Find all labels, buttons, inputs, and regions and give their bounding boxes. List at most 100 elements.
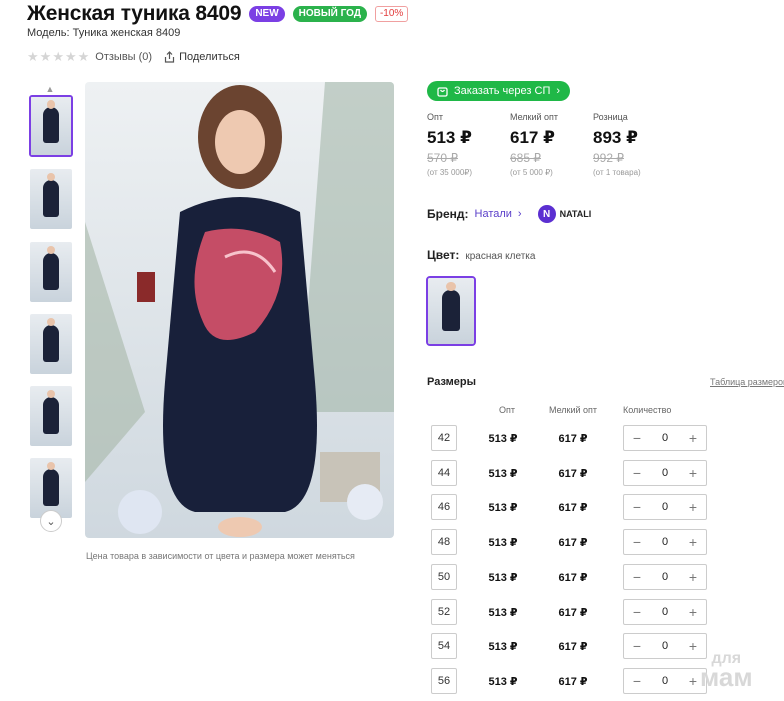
minus-icon[interactable]: − xyxy=(630,499,644,515)
price-note: (от 1 товара) xyxy=(593,168,641,177)
quantity-stepper: − 0 + xyxy=(623,529,707,556)
plus-icon[interactable]: + xyxy=(686,604,700,620)
quantity-stepper: − 0 + xyxy=(623,563,707,590)
quantity-stepper: − 0 + xyxy=(623,459,707,486)
plus-icon[interactable]: + xyxy=(686,569,700,585)
size-chip[interactable]: 56 xyxy=(431,667,457,694)
quantity-value[interactable]: 0 xyxy=(662,571,668,583)
cart-icon xyxy=(437,86,448,97)
size-chip[interactable]: 44 xyxy=(431,459,457,486)
natali-logo-icon: N xyxy=(537,205,556,223)
size-small-opt-price: 617 ₽ xyxy=(558,641,588,654)
star-icon: ★ xyxy=(39,49,52,64)
quantity-stepper: − 0 + xyxy=(623,667,707,694)
brand-link[interactable]: Натали xyxy=(475,208,512,220)
price-small-opt: Мелкий опт 617 ₽ 685 ₽ (от 5 000 ₽) xyxy=(510,112,565,177)
plus-icon[interactable]: + xyxy=(686,430,700,446)
minus-icon[interactable]: − xyxy=(630,569,644,585)
minus-icon[interactable]: − xyxy=(630,673,644,689)
title-row: Женская туника 8409 NEW НОВЫЙ ГОД -10% xyxy=(27,2,409,26)
color-row: Цвет: красная клетка xyxy=(427,248,535,262)
quantity-value[interactable]: 0 xyxy=(662,432,668,444)
size-row: 54 513 ₽ 617 ₽ − 0 + xyxy=(431,633,721,661)
color-swatch[interactable] xyxy=(426,276,476,346)
quantity-value[interactable]: 0 xyxy=(662,467,668,479)
star-icon: ★ xyxy=(64,49,77,64)
size-opt-price: 513 ₽ xyxy=(488,606,518,619)
size-chip[interactable]: 52 xyxy=(431,598,457,625)
thumbnail[interactable] xyxy=(29,385,73,447)
minus-icon[interactable]: − xyxy=(630,534,644,550)
discount-badge: -10% xyxy=(374,6,409,22)
size-chip[interactable]: 54 xyxy=(431,633,457,660)
price-old: 685 ₽ xyxy=(510,151,541,165)
size-small-opt-price: 617 ₽ xyxy=(558,467,588,480)
minus-icon[interactable]: − xyxy=(630,638,644,654)
share-button[interactable]: Поделиться xyxy=(164,51,240,63)
size-chip[interactable]: 48 xyxy=(431,529,457,556)
chevron-down-icon[interactable]: ⌄ xyxy=(40,510,62,532)
color-value: красная клетка xyxy=(465,251,536,262)
size-chip[interactable]: 42 xyxy=(431,425,457,451)
size-small-opt-price: 617 ₽ xyxy=(558,571,588,584)
col-header-qty: Количество xyxy=(623,405,672,415)
meta-row: ★ ★ ★ ★ ★ Отзывы (0) Поделиться xyxy=(27,50,240,63)
size-small-opt-price: 617 ₽ xyxy=(558,537,588,550)
chevron-right-icon: › xyxy=(556,85,561,97)
price-old: 992 ₽ xyxy=(593,151,624,165)
size-opt-price: 513 ₽ xyxy=(488,537,518,550)
size-opt-price: 513 ₽ xyxy=(488,641,518,654)
price-opt: Опт 513 ₽ 570 ₽ (от 35 000₽) xyxy=(427,112,482,177)
plus-icon[interactable]: + xyxy=(686,638,700,654)
quantity-stepper: − 0 + xyxy=(623,425,707,451)
quantity-value[interactable]: 0 xyxy=(662,501,668,513)
plus-icon[interactable]: + xyxy=(686,534,700,550)
size-chart-link[interactable]: Таблица размеров xyxy=(710,377,784,387)
sizes-title: Размеры xyxy=(427,376,477,388)
new-year-badge: НОВЫЙ ГОД xyxy=(292,6,367,22)
size-row: 50 513 ₽ 617 ₽ − 0 + xyxy=(431,563,721,592)
chevron-right-icon: › xyxy=(517,208,522,220)
price-label: Опт xyxy=(427,112,443,122)
minus-icon[interactable]: − xyxy=(630,604,644,620)
size-row: 42 513 ₽ 617 ₽ − 0 + xyxy=(431,425,721,453)
col-header-small-opt: Мелкий опт xyxy=(549,405,598,415)
chevron-up-icon[interactable]: ▲ xyxy=(41,84,59,94)
size-row: 46 513 ₽ 617 ₽ − 0 + xyxy=(431,494,721,522)
size-row: 56 513 ₽ 617 ₽ − 0 + xyxy=(431,667,721,696)
thumbnail[interactable] xyxy=(29,95,73,157)
thumbnail[interactable] xyxy=(29,313,73,375)
col-header-opt: Опт xyxy=(499,405,515,415)
size-small-opt-price: 617 ₽ xyxy=(558,433,588,445)
price-label: Розница xyxy=(593,112,628,122)
plus-icon[interactable]: + xyxy=(686,673,700,689)
rating-stars[interactable]: ★ ★ ★ ★ ★ xyxy=(27,50,89,63)
quantity-value[interactable]: 0 xyxy=(662,536,668,548)
quantity-value[interactable]: 0 xyxy=(662,606,668,618)
size-chip[interactable]: 50 xyxy=(431,563,457,590)
thumbnail[interactable] xyxy=(29,168,73,230)
size-chip[interactable]: 46 xyxy=(431,494,457,521)
plus-icon[interactable]: + xyxy=(686,499,700,515)
price-retail: Розница 893 ₽ 992 ₽ (от 1 товара) xyxy=(593,112,648,177)
size-row: 44 513 ₽ 617 ₽ − 0 + xyxy=(431,459,721,488)
minus-icon[interactable]: − xyxy=(630,430,644,446)
brand-label: Бренд: xyxy=(427,207,469,221)
quantity-value[interactable]: 0 xyxy=(662,640,668,652)
thumbnail-strip: ▲ ⌄ xyxy=(27,84,75,534)
price-note: (от 5 000 ₽) xyxy=(510,168,553,177)
price-label: Мелкий опт xyxy=(510,112,559,122)
brand-logo[interactable]: N NATALI xyxy=(537,205,591,223)
main-product-photo[interactable] xyxy=(85,82,394,538)
thumbnail[interactable] xyxy=(29,241,73,303)
plus-icon[interactable]: + xyxy=(686,465,700,481)
color-label: Цвет: xyxy=(427,248,460,262)
watermark-line2: мам xyxy=(700,662,753,692)
reviews-link[interactable]: Отзывы (0) xyxy=(95,51,152,63)
star-icon: ★ xyxy=(27,49,39,64)
minus-icon[interactable]: − xyxy=(630,465,644,481)
price-value: 513 ₽ xyxy=(427,128,472,147)
star-icon: ★ xyxy=(77,49,90,64)
quantity-value[interactable]: 0 xyxy=(662,675,668,687)
order-via-sp-button[interactable]: Заказать через СП › xyxy=(427,81,571,101)
